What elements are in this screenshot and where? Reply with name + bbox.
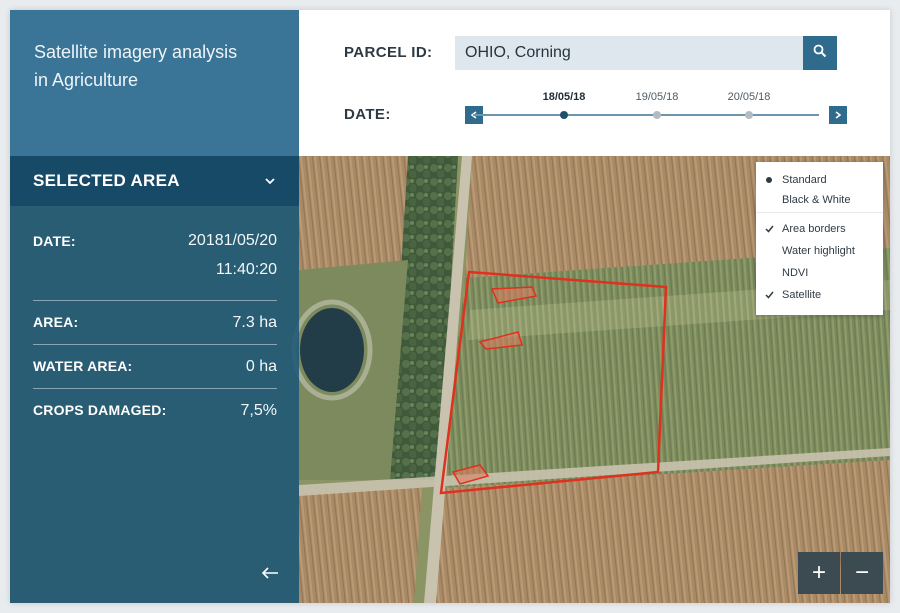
date-label: DATE: bbox=[344, 106, 391, 123]
info-value: 7,5% bbox=[240, 402, 277, 419]
info-row-water-area: WATER AREA: 0 ha bbox=[33, 345, 277, 389]
zoom-in-button[interactable]: + bbox=[798, 552, 840, 594]
layer-label: NDVI bbox=[782, 267, 809, 279]
date-option-label[interactable]: 18/05/18 bbox=[543, 91, 586, 103]
radio-selected-icon bbox=[756, 177, 782, 183]
parcel-id-label: PARCEL ID: bbox=[344, 44, 433, 61]
layer-toggle-satellite[interactable]: Satellite bbox=[756, 286, 883, 304]
layer-label: Satellite bbox=[782, 289, 822, 301]
search-icon bbox=[813, 44, 827, 63]
layer-option-standard[interactable]: Standard bbox=[756, 171, 883, 189]
info-value: 0 ha bbox=[245, 358, 277, 375]
info-label: DATE: bbox=[33, 233, 76, 249]
info-row-date: DATE: 20181/05/20 11:40:20 bbox=[33, 222, 277, 301]
zoom-out-button[interactable]: − bbox=[841, 552, 883, 594]
selected-area-header[interactable]: SELECTED AREA bbox=[10, 156, 299, 206]
layer-label: Water highlight bbox=[782, 245, 855, 257]
info-label: AREA: bbox=[33, 314, 79, 330]
app-title: Satellite imagery analysis in Agricultur… bbox=[34, 42, 238, 90]
time-value: 11:40:20 bbox=[215, 261, 277, 278]
layer-toggle-water-highlight[interactable]: Water highlight bbox=[756, 242, 883, 260]
date-dot-active[interactable] bbox=[560, 111, 568, 119]
search-button[interactable] bbox=[803, 36, 837, 70]
selected-area-info: DATE: 20181/05/20 11:40:20 AREA: 7.3 ha … bbox=[10, 206, 299, 432]
date-value: 20181/05/20 bbox=[188, 232, 277, 249]
info-row-area: AREA: 7.3 ha bbox=[33, 301, 277, 345]
brand-header: Satellite imagery analysis in Agricultur… bbox=[10, 10, 299, 156]
info-value: 7.3 ha bbox=[232, 314, 277, 331]
layer-label: Black & White bbox=[782, 194, 851, 206]
layer-label: Standard bbox=[782, 174, 827, 186]
layers-divider bbox=[756, 212, 883, 213]
arrow-left-icon[interactable] bbox=[258, 564, 282, 582]
check-icon bbox=[756, 291, 782, 299]
date-option-label[interactable]: 19/05/18 bbox=[636, 91, 679, 103]
chevron-down-icon[interactable] bbox=[263, 174, 277, 188]
date-dot[interactable] bbox=[653, 111, 661, 119]
layer-label: Area borders bbox=[782, 223, 846, 235]
sidebar: Satellite imagery analysis in Agricultur… bbox=[10, 10, 299, 603]
chevron-right-icon bbox=[835, 106, 842, 124]
app-window: Satellite imagery analysis in Agricultur… bbox=[10, 10, 890, 603]
date-timeline bbox=[473, 114, 819, 116]
selected-area-title: SELECTED AREA bbox=[33, 171, 180, 190]
info-row-crops-damaged: CROPS DAMAGED: 7,5% bbox=[33, 389, 277, 432]
date-option-label[interactable]: 20/05/18 bbox=[728, 91, 771, 103]
date-dot[interactable] bbox=[745, 111, 753, 119]
layer-option-black-white[interactable]: Black & White bbox=[756, 191, 883, 209]
date-next-button[interactable] bbox=[829, 106, 847, 124]
info-value: 20181/05/20 11:40:20 bbox=[188, 226, 277, 284]
top-panel: PARCEL ID: DATE: 18/05/18 19/05/18 20/05… bbox=[299, 10, 890, 156]
layers-menu: Standard Black & White Area borders Wate… bbox=[756, 162, 883, 315]
info-label: WATER AREA: bbox=[33, 358, 133, 374]
check-icon bbox=[756, 225, 782, 233]
layer-toggle-area-borders[interactable]: Area borders bbox=[756, 220, 883, 238]
info-label: CROPS DAMAGED: bbox=[33, 402, 167, 418]
layer-toggle-ndvi[interactable]: NDVI bbox=[756, 264, 883, 282]
parcel-id-input[interactable] bbox=[455, 36, 803, 70]
